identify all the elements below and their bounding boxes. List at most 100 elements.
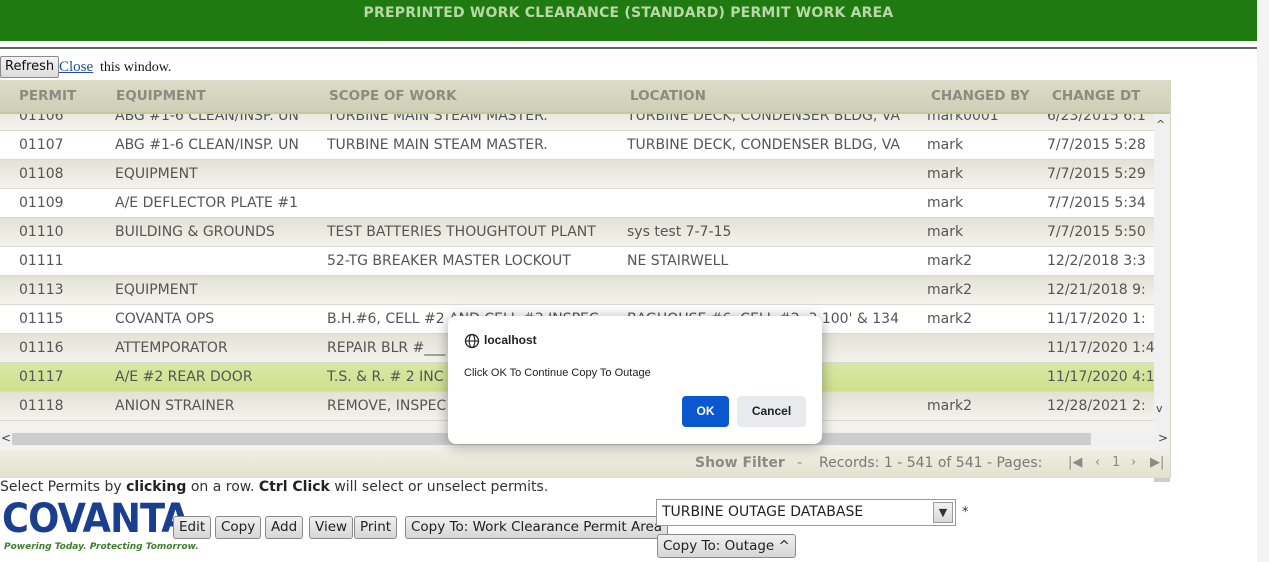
cell-permit: 01109 [19, 195, 64, 211]
table-row[interactable]: 01106 ABG #1-6 CLEAN/INSP. UN TURBINE MAIN… [0, 114, 1154, 131]
cell-changed-by: mark [927, 137, 964, 153]
cell-permit: 01111 [19, 253, 64, 269]
chevron-down-icon[interactable]: ▼ [933, 502, 953, 523]
cancel-button[interactable]: Cancel [737, 396, 806, 427]
cell-location: NE STAIRWELL [627, 253, 729, 269]
column-header-permit[interactable]: PERMIT [19, 88, 76, 104]
cell-location: TURBINE DECK, CONDENSER BLDG, VA [627, 137, 900, 153]
cell-changed-by: mark2 [927, 282, 972, 298]
cell-equipment: EQUIPMENT [115, 166, 198, 182]
pager-separator: - [797, 455, 803, 471]
cell-scope: TURBINE MAIN STEAM MASTER. [327, 137, 548, 153]
cell-change-dt: 7/7/2015 5:50 [1047, 224, 1146, 240]
selection-instructions: Select Permits by clicking on a row. Ctr… [0, 479, 548, 495]
scroll-up-icon[interactable]: ^ [1156, 118, 1165, 131]
edit-button[interactable]: Edit [173, 516, 212, 539]
table-row[interactable]: 01110 BUILDING & GROUNDS TEST BATTERIES TH… [0, 218, 1154, 247]
cell-permit: 01106 [19, 114, 64, 124]
copy-to-outage-button[interactable]: Copy To: Outage ^ [657, 534, 796, 558]
cell-permit: 01116 [19, 340, 64, 356]
cell-change-dt: 7/7/2015 5:28 [1047, 137, 1146, 153]
cell-change-dt: 12/28/2021 2: [1047, 398, 1146, 414]
cell-change-dt: 7/7/2015 5:29 [1047, 166, 1146, 182]
cell-changed-by: mark2 [927, 253, 972, 269]
refresh-button[interactable]: Refresh [0, 56, 60, 78]
cell-change-dt: 12/2/2018 3:3 [1047, 253, 1146, 269]
database-select-value: TURBINE OUTAGE DATABASE [662, 504, 864, 520]
grid-pager: Show Filter - Records: 1 - 541 of 541 - … [0, 450, 1170, 478]
cell-change-dt: 6/23/2015 6:1 [1047, 114, 1146, 124]
scroll-right-icon[interactable]: > [1158, 431, 1168, 445]
instruction-text: on a row. [186, 479, 259, 495]
print-button[interactable]: Print [354, 516, 398, 539]
cell-scope: TEST BATTERIES THOUGHTOUT PLANT [327, 224, 596, 240]
confirm-dialog: localhost Click OK To Continue Copy To O… [448, 316, 822, 444]
cell-location: TURBINE DECK, CONDENSER BLDG, VA [627, 114, 900, 124]
view-button[interactable]: View [309, 516, 354, 539]
cell-changed-by: mark2 [927, 311, 972, 327]
dialog-message: Click OK To Continue Copy To Outage [464, 367, 651, 379]
column-header-equipment[interactable]: EQUIPMENT [116, 88, 206, 104]
records-count: Records: 1 - 541 of 541 - Pages: [819, 455, 1043, 471]
close-window-link[interactable]: Close [59, 59, 93, 76]
cell-permit: 01115 [19, 311, 64, 327]
last-page-icon[interactable]: ▶| [1150, 455, 1164, 470]
cell-change-dt: 11/17/2020 1:4 [1047, 340, 1154, 356]
table-row[interactable]: 01108 EQUIPMENT mark 7/7/2015 5:29 [0, 160, 1154, 189]
cell-change-dt: 12/21/2018 9: [1047, 282, 1146, 298]
divider [0, 47, 1257, 49]
column-header-scope[interactable]: SCOPE OF WORK [329, 88, 457, 104]
cell-location: sys test 7-7-15 [627, 224, 732, 240]
cell-equipment: BUILDING & GROUNDS [115, 224, 275, 240]
close-window-text: this window. [100, 60, 172, 75]
covanta-logo: COVANTA Powering Today. Protecting Tomor… [2, 496, 199, 556]
column-header-changed-by[interactable]: CHANGED BY [931, 88, 1030, 104]
cell-change-dt: 7/7/2015 5:34 [1047, 195, 1146, 211]
table-row[interactable]: 01113 EQUIPMENT mark2 12/21/2018 9: [0, 276, 1154, 305]
cell-equipment: ATTEMPORATOR [115, 340, 228, 356]
cell-permit: 01110 [19, 224, 64, 240]
cell-equipment: ABG #1-6 CLEAN/INSP. UN [115, 137, 299, 153]
instruction-bold-ctrl-click: Ctrl Click [258, 479, 330, 495]
column-header-location[interactable]: LOCATION [630, 88, 706, 104]
cell-equipment: ABG #1-6 CLEAN/INSP. UN [115, 114, 299, 124]
copy-button[interactable]: Copy [215, 516, 262, 539]
show-filter-link[interactable]: Show Filter [695, 455, 785, 471]
cell-change-dt: 11/17/2020 1: [1047, 311, 1146, 327]
cell-changed-by: mark0001 [927, 114, 999, 124]
scroll-left-icon[interactable]: < [1, 431, 11, 445]
first-page-icon[interactable]: |◀ [1068, 455, 1082, 470]
cell-permit: 01117 [19, 369, 64, 385]
logo-wordmark: COVANTA [2, 496, 190, 542]
next-page-icon[interactable]: › [1131, 455, 1136, 470]
cell-changed-by: mark2 [927, 398, 972, 414]
header-banner: PREPRINTED WORK CLEARANCE (STANDARD) PER… [0, 0, 1257, 41]
cell-equipment: A/E DEFLECTOR PLATE #1 [115, 195, 298, 211]
page-number[interactable]: 1 [1112, 455, 1120, 470]
ok-button[interactable]: OK [682, 396, 729, 427]
table-row[interactable]: 01111 52-TG BREAKER MASTER LOCKOUT NE STAI… [0, 247, 1154, 276]
cell-changed-by: mark [927, 224, 964, 240]
table-row[interactable]: 01109 A/E DEFLECTOR PLATE #1 mark 7/7/2015 … [0, 189, 1154, 218]
cell-permit: 01107 [19, 137, 64, 153]
grid-header: PERMIT EQUIPMENT SCOPE OF WORK LOCATION … [0, 80, 1170, 114]
table-row[interactable]: 01107 ABG #1-6 CLEAN/INSP. UN TURBINE MAIN… [0, 131, 1154, 160]
cell-equipment: COVANTA OPS [115, 311, 215, 327]
column-header-change-dt[interactable]: CHANGE DT [1052, 88, 1140, 104]
scroll-down-icon[interactable]: v [1156, 402, 1163, 415]
previous-page-icon[interactable]: ‹ [1095, 455, 1100, 470]
instruction-text: Select Permits by [0, 479, 127, 495]
copy-to-work-clearance-button[interactable]: Copy To: Work Clearance Permit Area [405, 516, 669, 539]
cell-equipment: ANION STRAINER [115, 398, 235, 414]
window-scrollbar[interactable] [1257, 0, 1269, 562]
cell-scope: TURBINE MAIN STEAM MASTER. [327, 114, 548, 124]
dialog-title: localhost [484, 333, 537, 347]
add-button[interactable]: Add [265, 516, 304, 539]
cell-permit: 01113 [19, 282, 64, 298]
cell-change-dt: 11/17/2020 4:1 [1047, 369, 1154, 385]
cell-equipment: EQUIPMENT [115, 282, 198, 298]
cell-permit: 01118 [19, 398, 64, 414]
cell-changed-by: mark [927, 195, 964, 211]
database-select[interactable]: TURBINE OUTAGE DATABASE ▼ [656, 499, 956, 526]
required-marker: * [962, 505, 969, 520]
